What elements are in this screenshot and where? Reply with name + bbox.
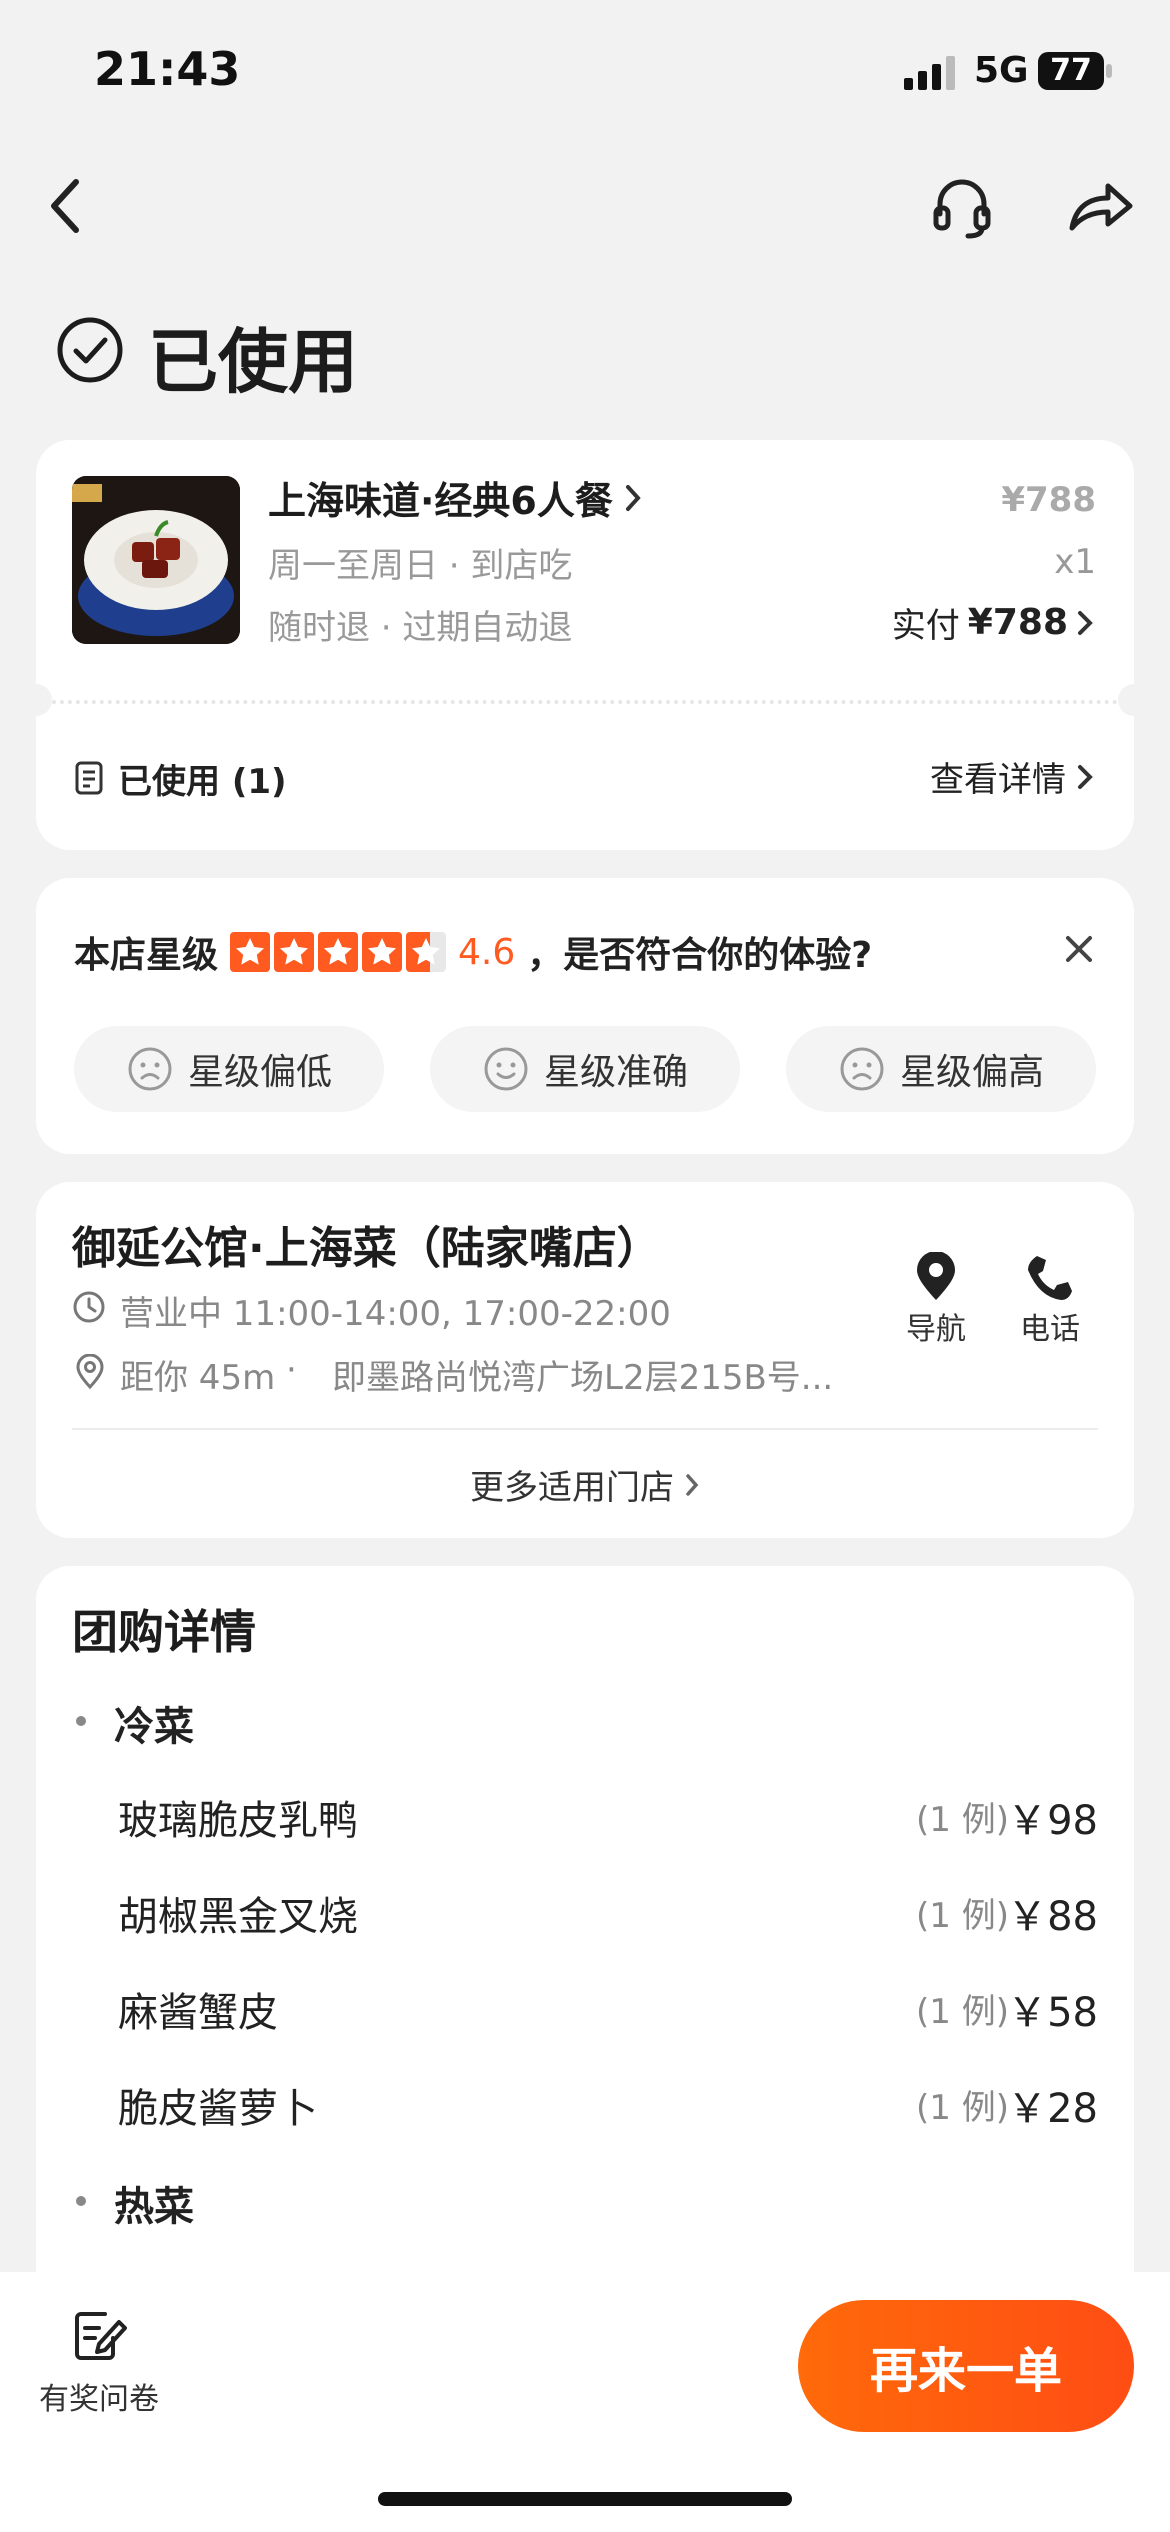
ticket-notch-left	[20, 684, 52, 716]
more-stores-label: 更多适用门店	[470, 1468, 674, 1508]
star-rating	[230, 932, 447, 972]
perforation-divider	[36, 700, 1134, 704]
battery-cap	[1106, 64, 1112, 78]
dish-name: 脆皮酱萝卜	[118, 2086, 318, 2132]
store-address: 即墨路尚悦湾广场L2层215B号...	[332, 1358, 834, 1398]
phone-icon	[1028, 1256, 1072, 1300]
chevron-right-icon	[625, 484, 641, 511]
smile-face-icon	[484, 1047, 528, 1091]
network-type: 5G	[974, 50, 1029, 91]
dish-qty: (1 例)	[916, 1896, 1009, 1936]
phone-label: 电话	[1020, 1312, 1080, 1347]
view-details-link[interactable]: 查看详情	[930, 752, 1094, 801]
store-distance: 距你 45m	[120, 1358, 276, 1398]
deal-name: 上海味道·经典6人餐	[268, 479, 613, 523]
survey-button[interactable]: 有奖问卷	[34, 2308, 164, 2418]
survey-label: 有奖问卷	[39, 2382, 159, 2417]
star-icon	[230, 932, 271, 972]
dish-price: ￥28	[1007, 2086, 1098, 2132]
rating-card: 本店星级 4.6 ，是否符合你的体验? 星级偏低 星级准确 星级偏高	[36, 878, 1134, 1154]
frown-face-icon	[128, 1047, 172, 1091]
dish-name: 胡椒黑金叉烧	[118, 1894, 358, 1940]
rating-question: ，是否符合你的体验?	[527, 935, 873, 976]
page-title: 已使用	[148, 321, 358, 403]
quantity: x1	[1054, 542, 1096, 582]
deal-title-link[interactable]: 上海味道·经典6人餐	[268, 470, 643, 525]
clock-icon	[72, 1290, 106, 1324]
battery-icon: 77	[1038, 52, 1104, 90]
dish-qty: (1 例)	[916, 1992, 1009, 2032]
category-hot-dishes: 热菜	[114, 2184, 194, 2230]
chevron-right-icon	[686, 1473, 699, 1496]
used-count: 已使用 (1)	[118, 762, 287, 802]
star-icon	[362, 932, 403, 972]
rating-option-accurate[interactable]: 星级准确	[430, 1026, 740, 1112]
dish-qty: (1 例)	[916, 1800, 1009, 1840]
dish-price: ￥98	[1007, 1798, 1098, 1844]
star-icon	[274, 932, 315, 972]
divider	[72, 1428, 1098, 1430]
dish-name: 麻酱蟹皮	[118, 1990, 278, 2036]
separator-dot: ·	[286, 1350, 297, 1390]
store-name[interactable]: 御延公馆·上海菜（陆家嘴店）	[72, 1212, 661, 1276]
paid-amount-link[interactable]: 实付 ¥788	[892, 598, 1094, 647]
rating-label: 本店星级	[74, 935, 219, 976]
dish-price: ￥88	[1007, 1894, 1098, 1940]
navigation-icon	[917, 1252, 955, 1300]
list-item: 胡椒黑金叉烧 (1 例) ￥88	[118, 1884, 1098, 1940]
more-stores-link[interactable]: 更多适用门店	[36, 1460, 1134, 1509]
deal-subtitle-refund: 随时退 · 过期自动退	[268, 608, 573, 648]
back-button[interactable]	[44, 176, 88, 236]
rating-option-high[interactable]: 星级偏高	[786, 1026, 1096, 1112]
list-item: 麻酱蟹皮 (1 例) ￥58	[118, 1980, 1098, 2036]
frown-face-icon	[840, 1047, 884, 1091]
survey-edit-icon	[75, 2312, 127, 2360]
star-icon	[406, 932, 447, 972]
home-indicator	[378, 2492, 792, 2506]
store-card: 御延公馆·上海菜（陆家嘴店） 营业中 11:00-14:00, 17:00-22…	[36, 1182, 1134, 1538]
rating-line: 本店星级 4.6 ，是否符合你的体验?	[74, 926, 872, 978]
paid-label: 实付	[891, 606, 960, 646]
ticket-notch-right	[1118, 684, 1150, 716]
dish-price: ￥58	[1007, 1990, 1098, 2036]
headset-icon[interactable]	[930, 174, 994, 240]
status-time: 21:43	[94, 42, 241, 96]
rating-option-low[interactable]: 星级偏低	[74, 1026, 384, 1112]
bullet-dot	[76, 1716, 86, 1726]
check-circle-icon	[56, 316, 124, 384]
deal-subtitle-schedule: 周一至周日 · 到店吃	[268, 546, 573, 586]
deal-thumbnail[interactable]	[72, 476, 240, 644]
bullet-dot	[76, 2196, 86, 2206]
rating-score: 4.6	[458, 931, 516, 973]
signal-icon	[904, 56, 958, 90]
store-hours: 营业中 11:00-14:00, 17:00-22:00	[120, 1294, 671, 1334]
navigate-label: 导航	[906, 1312, 966, 1347]
original-price: ¥788	[1001, 480, 1096, 520]
list-item: 玻璃脆皮乳鸭 (1 例) ￥98	[118, 1788, 1098, 1844]
dish-name: 玻璃脆皮乳鸭	[118, 1798, 358, 1844]
star-icon	[318, 932, 359, 972]
share-icon[interactable]	[1066, 178, 1136, 234]
chevron-right-icon	[1078, 610, 1093, 635]
receipt-icon	[74, 760, 104, 796]
category-cold-dishes: 冷菜	[114, 1704, 194, 1750]
deal-card: 上海味道·经典6人餐 周一至周日 · 到店吃 随时退 · 过期自动退 ¥788 …	[20, 440, 1150, 850]
rating-option-label: 星级准确	[543, 1052, 688, 1093]
paid-amount: ¥788	[967, 602, 1068, 643]
phone-button[interactable]: 电话	[1010, 1252, 1090, 1348]
section-title: 团购详情	[72, 1605, 256, 1659]
list-item: 脆皮酱萝卜 (1 例) ￥28	[118, 2076, 1098, 2132]
view-details-label: 查看详情	[930, 760, 1066, 800]
package-details-card: 团购详情 冷菜 玻璃脆皮乳鸭 (1 例) ￥98 胡椒黑金叉烧 (1 例) ￥8…	[36, 1566, 1134, 2326]
location-pin-icon	[74, 1354, 106, 1390]
chevron-right-icon	[1078, 764, 1093, 789]
rating-option-label: 星级偏低	[187, 1052, 332, 1093]
navigate-button[interactable]: 导航	[896, 1252, 976, 1348]
dish-qty: (1 例)	[916, 2088, 1009, 2128]
rating-option-label: 星级偏高	[899, 1052, 1044, 1093]
close-icon[interactable]	[1064, 934, 1094, 964]
reorder-button[interactable]: 再来一单	[798, 2300, 1134, 2432]
